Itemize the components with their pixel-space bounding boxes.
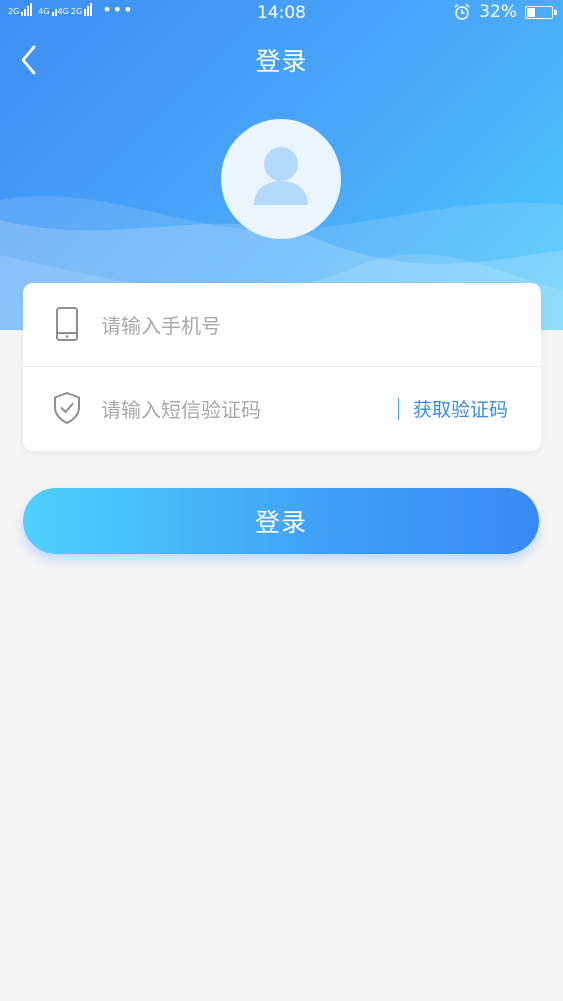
status-bar: 2G 4G 4G 2G ••• 14:08 32% (0, 0, 563, 26)
battery-percent: 32% (479, 2, 517, 22)
mobile-phone-icon (56, 307, 78, 341)
avatar (221, 119, 341, 239)
user-icon (254, 147, 308, 205)
page-title: 登录 (255, 47, 308, 76)
shield-check-icon (54, 392, 80, 424)
login-button[interactable]: 登录 (23, 488, 539, 554)
code-row: 获取验证码 (23, 367, 541, 450)
sms-code-input[interactable] (99, 387, 393, 433)
code-separator (398, 398, 399, 420)
status-right: 32% (453, 2, 557, 22)
battery-icon (525, 5, 557, 19)
alarm-clock-icon (454, 3, 470, 20)
get-code-button[interactable]: 获取验证码 (413, 395, 508, 422)
login-form-card: 获取验证码 (23, 283, 541, 451)
phone-row (23, 283, 541, 366)
battery-level-fill (527, 7, 536, 17)
phone-input[interactable] (99, 303, 513, 349)
